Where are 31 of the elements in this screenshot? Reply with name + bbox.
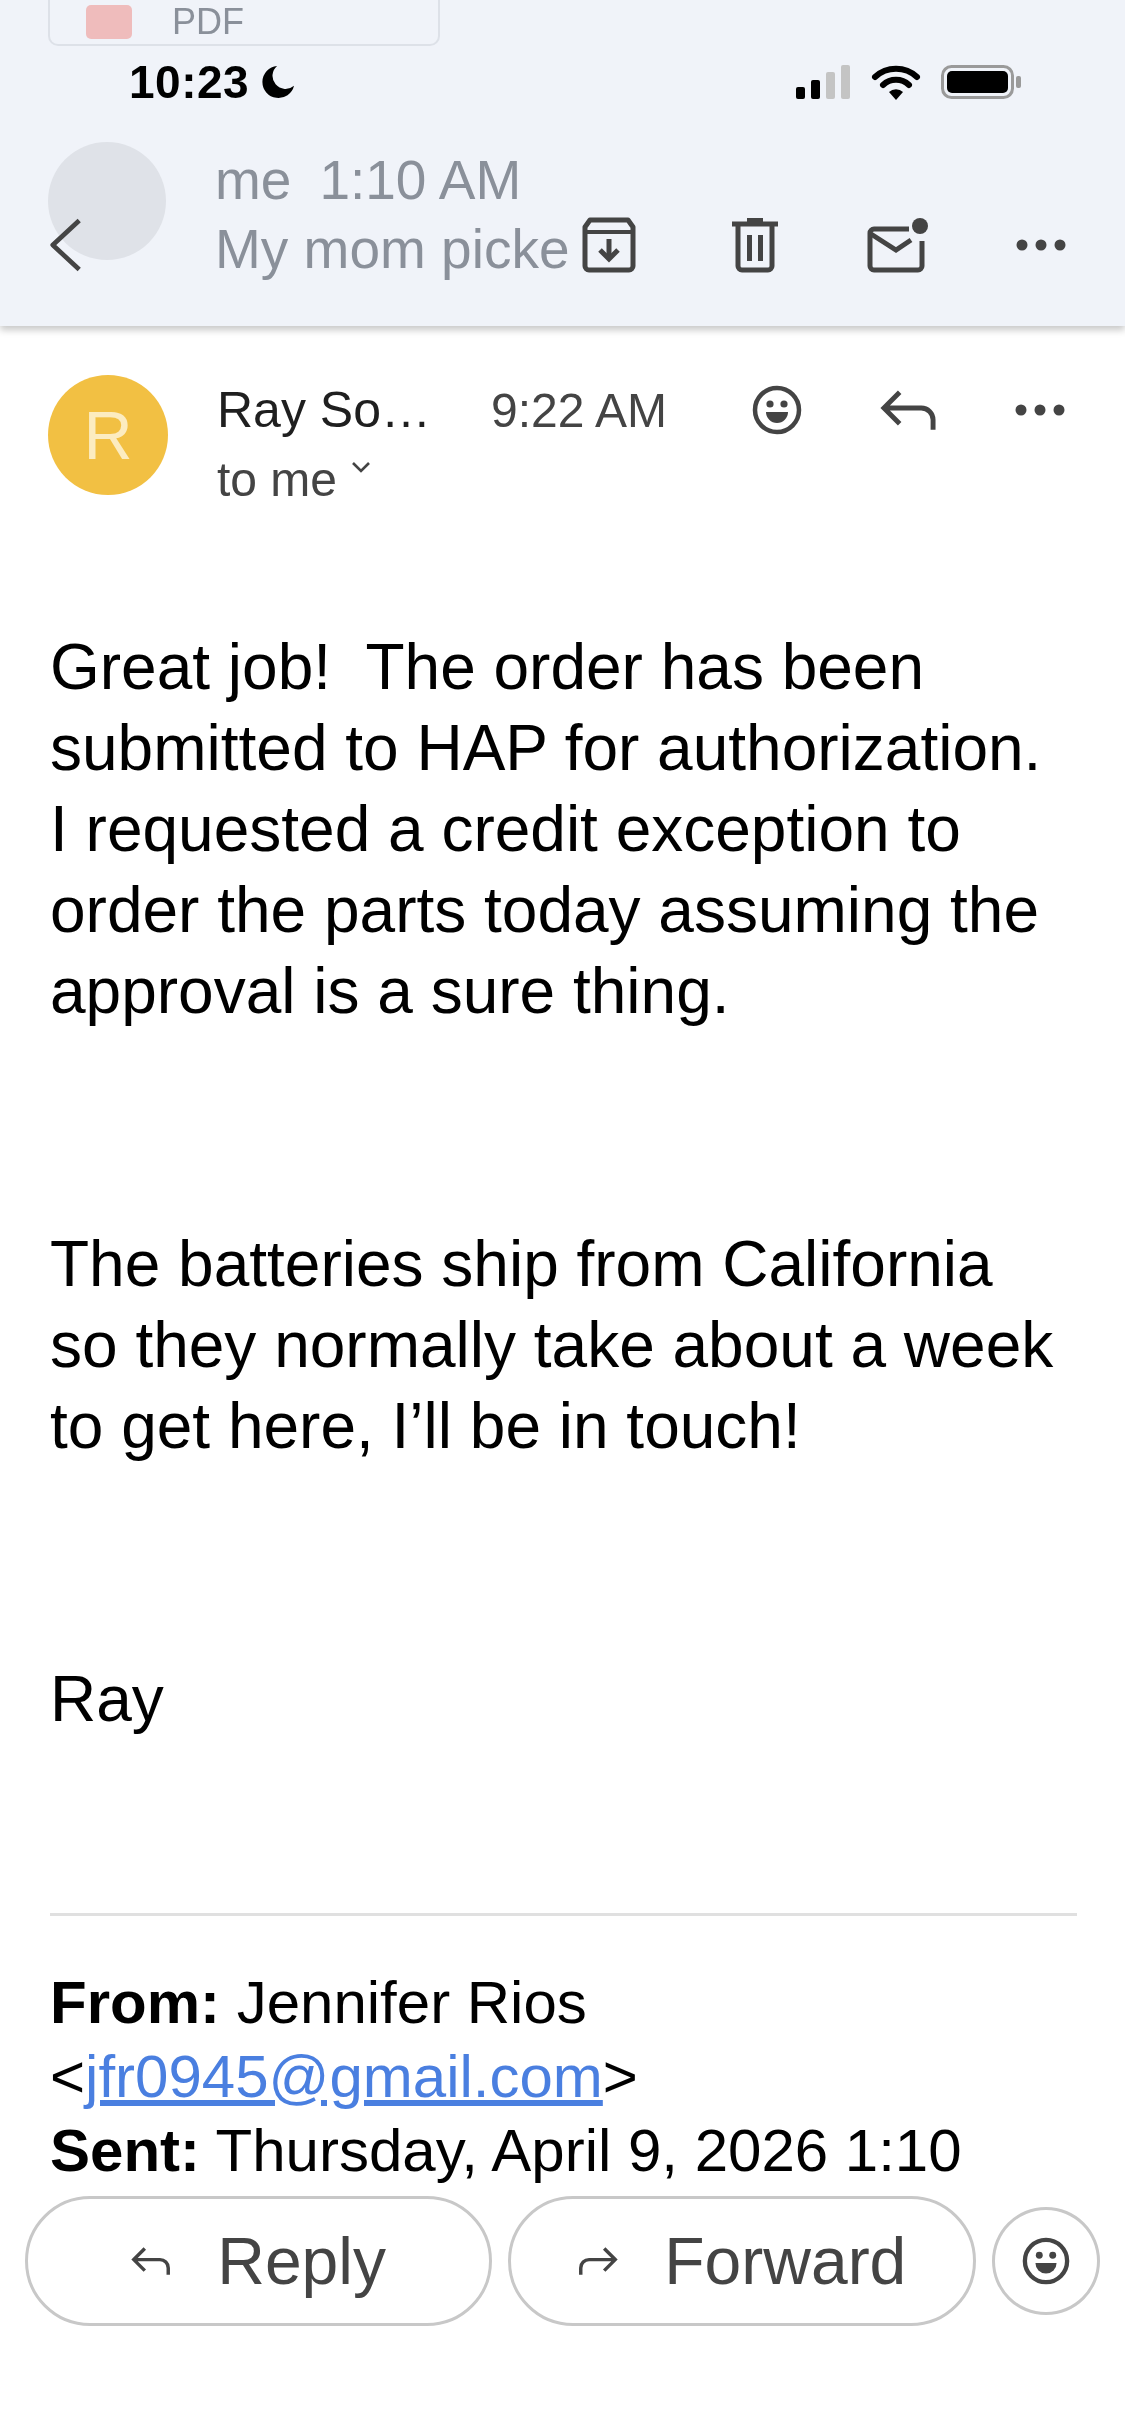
chevron-left-icon[interactable] (49, 216, 83, 274)
message-snippet: My mom picke (215, 218, 570, 280)
ellipsis-icon[interactable] (1015, 404, 1065, 416)
ellipsis-icon[interactable] (1016, 239, 1066, 251)
reply-button[interactable]: Reply (25, 2196, 493, 2326)
smiley-icon (1022, 2237, 1071, 2285)
signal-icon (796, 65, 850, 99)
reply-icon (131, 2245, 172, 2277)
quoted-header-line: Sent: Thursday, April 9, 2026 1:10 (50, 2116, 963, 2186)
message-paragraph: Ray (50, 1662, 165, 1737)
forward-icon (578, 2245, 619, 2277)
envelope-dot-icon[interactable] (867, 217, 929, 273)
sender-avatar: R (48, 375, 168, 495)
message-paragraph: Great job! The order has been submitted to HAP for authorization. I requested a credit exception to order the parts today assuming the approval is a sure thing. (50, 630, 1043, 1029)
email-link[interactable]: jfr0945@gmail.com (85, 2043, 603, 2110)
battery-icon (941, 65, 1021, 99)
wifi-icon (871, 64, 921, 100)
sender-name: me (215, 148, 292, 212)
archive-box-icon[interactable] (581, 217, 637, 273)
quoted-header-line: From: Jennifer Rios <jfr0945@gmail.com> (50, 1968, 639, 2112)
message-time: 1:10 AM (319, 148, 522, 212)
forward-button[interactable]: Forward (508, 2196, 977, 2326)
reply-icon[interactable] (880, 388, 937, 432)
message-time: 9:22 AM (490, 382, 668, 438)
smiley-icon[interactable] (752, 385, 802, 435)
recipient-toggle[interactable]: to me (217, 445, 372, 515)
trash-icon[interactable] (731, 217, 779, 273)
status-time: 10:23 (129, 55, 250, 109)
message-paragraph: The batteries ship from California so they normally take about a week to get here, I’ll be in touch! (50, 1227, 1055, 1464)
sender-name: Ray So… (217, 381, 431, 439)
pdf-file-icon (86, 5, 132, 39)
